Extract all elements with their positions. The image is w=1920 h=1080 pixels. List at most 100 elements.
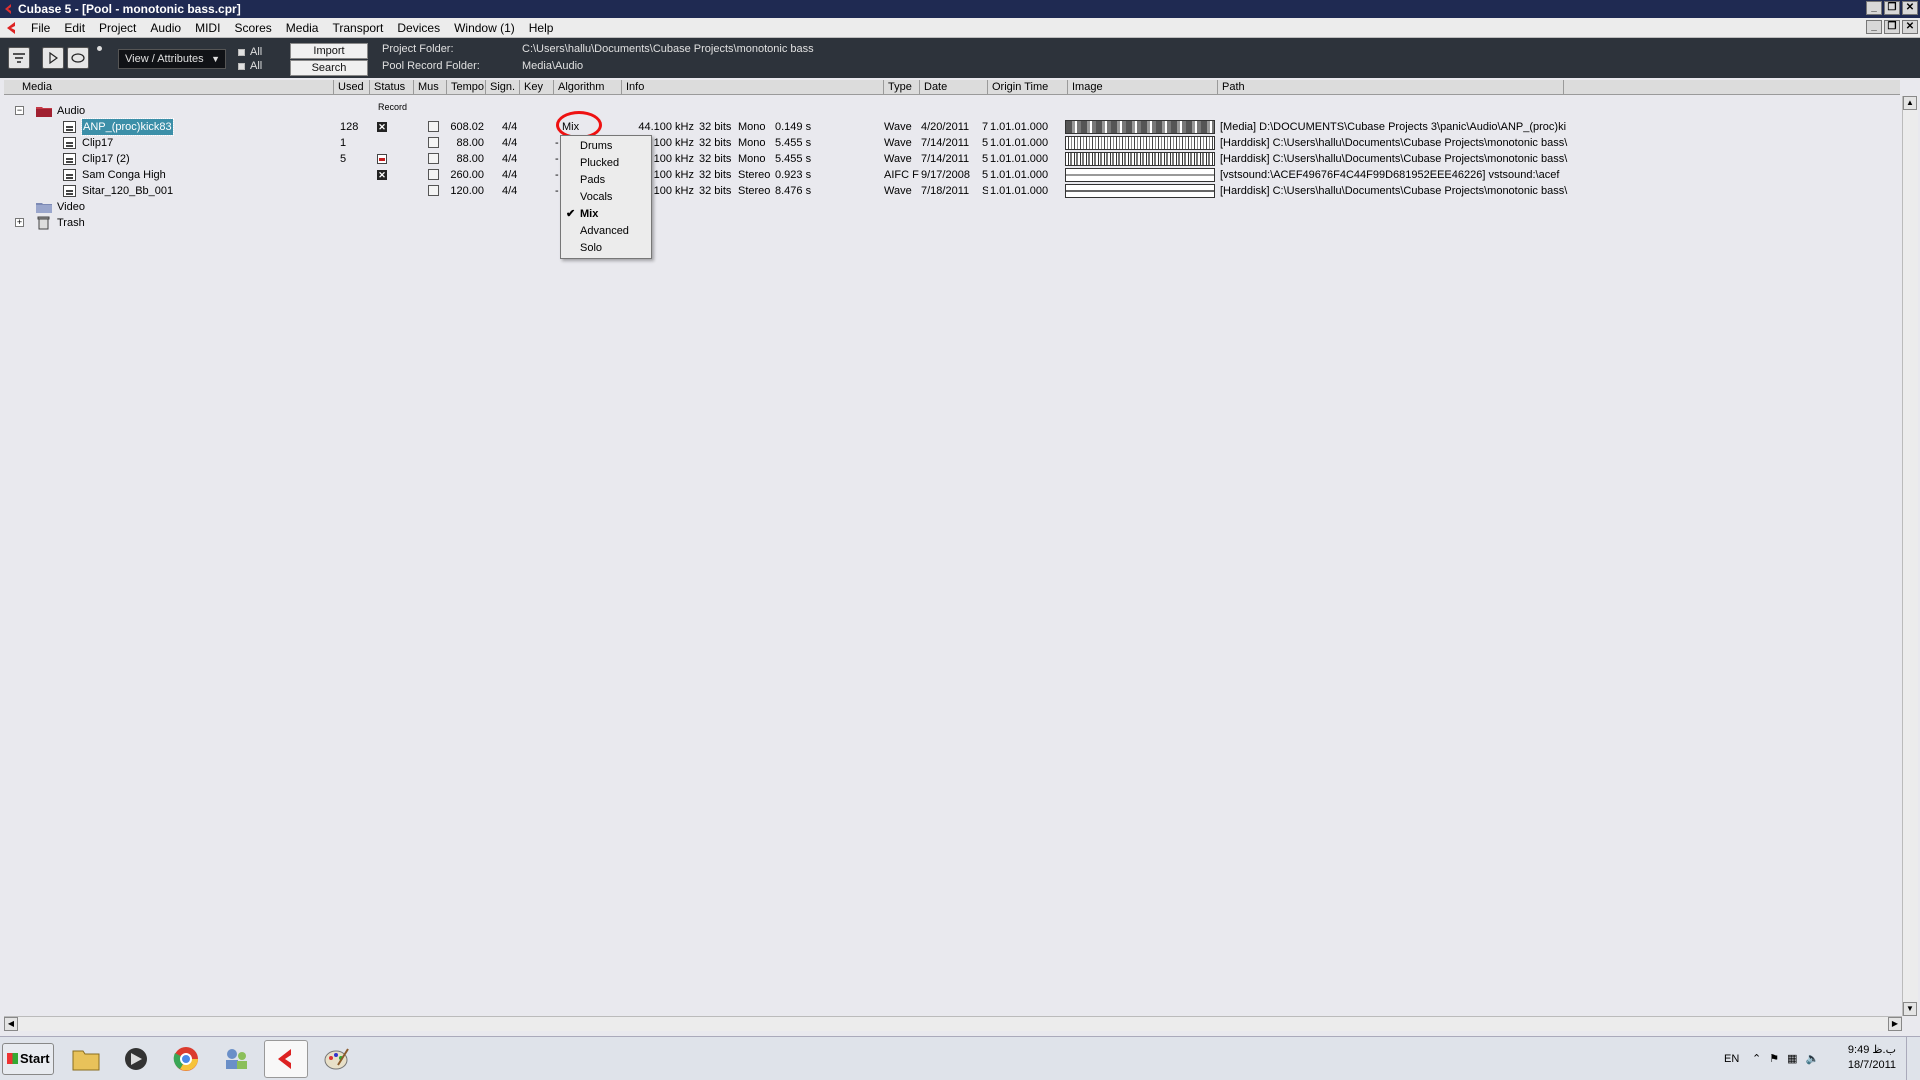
menu-project[interactable]: Project [92,18,143,38]
algorithm-value[interactable]: - [555,135,559,151]
algorithm-option[interactable]: Solo [561,240,651,257]
col-info[interactable]: Info [622,80,884,95]
media-name[interactable]: ANP_(proc)kick83 [81,118,174,136]
musical-mode-checkbox[interactable] [428,121,439,132]
all-checkbox-1[interactable]: All [238,46,262,58]
musical-mode-checkbox[interactable] [428,169,439,180]
tree-row-audio[interactable]: − Audio [4,103,1900,119]
chevron-up-icon[interactable]: ⌃ [1752,1037,1761,1080]
algorithm-option[interactable]: Drums [561,138,651,155]
taskbar-explorer[interactable] [64,1040,108,1078]
date-overflow: 5 [982,137,988,149]
col-algorithm[interactable]: Algorithm [554,80,622,95]
vertical-scrollbar[interactable]: ▲ ▼ [1902,96,1918,1016]
menu-transport[interactable]: Transport [325,18,390,38]
col-key[interactable]: Key [520,80,554,95]
language-indicator[interactable]: EN [1724,1037,1739,1080]
filter-button[interactable] [8,47,30,69]
tree-row-trash[interactable]: + Trash [4,215,1900,231]
scroll-left-arrow[interactable]: ◀ [4,1017,18,1031]
col-musical[interactable]: Mus [414,80,447,95]
col-signature[interactable]: Sign. [486,80,520,95]
search-button[interactable]: Search [290,60,368,76]
status-x-icon[interactable]: ✕ [377,122,387,132]
algorithm-value[interactable]: - [555,167,559,183]
menu-window[interactable]: Window (1) [447,18,522,38]
menu-midi[interactable]: MIDI [188,18,227,38]
play-button[interactable] [42,47,64,69]
algorithm-option[interactable]: Pads [561,172,651,189]
table-row[interactable]: Sitar_120_Bb_001 120.00 4/4-100 kHz 32 bits… [4,183,1900,199]
col-image[interactable]: Image [1068,80,1218,95]
folder-icon [72,1050,100,1071]
checkbox-box[interactable] [238,48,245,56]
view-attributes-select[interactable]: View / Attributes ▼ [118,49,226,69]
status-record-icon[interactable] [377,154,387,164]
media-name[interactable]: Clip17 (2) [82,151,130,167]
import-button[interactable]: Import [290,43,368,59]
table-row[interactable]: Clip17 1 88.00 4/4-100 kHz 32 bits Mono 5.455 … [4,135,1900,151]
taskbar-control-panel[interactable] [214,1040,258,1078]
collapse-toggle[interactable]: − [15,106,24,115]
col-used[interactable]: Used [334,80,370,95]
scroll-up-arrow[interactable]: ▲ [1903,96,1917,110]
menu-help[interactable]: Help [522,18,561,38]
algorithm-option[interactable]: Advanced [561,223,651,240]
menu-file[interactable]: File [24,18,57,38]
col-tempo[interactable]: Tempo [447,80,486,95]
col-path[interactable]: Path [1218,80,1564,95]
pool-toolbar: View / Attributes ▼ All All Import Searc… [0,38,1920,78]
table-row[interactable]: ANP_(proc)kick83 128 ✕ 608.02 4/4 Mix 44.100 k… [4,118,1900,136]
col-origin-time[interactable]: Origin Time [988,80,1068,95]
close-button[interactable]: ✕ [1902,1,1918,15]
taskbar-paint[interactable] [314,1040,358,1078]
doc-close-button[interactable]: ✕ [1902,20,1918,34]
taskbar-cubase[interactable] [264,1040,308,1078]
musical-mode-checkbox[interactable] [428,185,439,196]
table-row[interactable]: Sam Conga High ✕ 260.00 4/4-100 kHz 32 bits S… [4,167,1900,183]
start-button[interactable]: Start [2,1043,54,1075]
taskbar-chrome[interactable] [164,1040,208,1078]
menu-devices[interactable]: Devices [390,18,447,38]
show-desktop-button[interactable] [1906,1037,1920,1080]
algorithm-option[interactable]: ✔ Mix [561,206,651,223]
musical-mode-checkbox[interactable] [428,153,439,164]
doc-minimize-button[interactable]: _ [1866,20,1882,34]
clock[interactable]: 9:49 ب.ظ 18/7/2011 [1848,1043,1896,1073]
loop-button[interactable] [67,47,89,69]
media-name[interactable]: Sitar_120_Bb_001 [82,183,173,199]
media-name[interactable]: Sam Conga High [82,167,166,183]
expand-toggle[interactable]: + [15,218,24,227]
status-x-icon[interactable]: ✕ [377,170,387,180]
network-icon[interactable]: ▦ [1787,1037,1797,1080]
restore-button[interactable]: ❐ [1884,1,1900,15]
scroll-down-arrow[interactable]: ▼ [1903,1002,1917,1016]
horizontal-scrollbar[interactable]: ◀ ▶ [4,1016,1902,1031]
musical-mode-checkbox[interactable] [428,137,439,148]
menu-edit[interactable]: Edit [57,18,92,38]
menu-audio[interactable]: Audio [143,18,188,38]
col-media[interactable]: Media [4,80,334,95]
algorithm-value[interactable]: - [555,151,559,167]
col-date[interactable]: Date [920,80,988,95]
all-checkbox-2[interactable]: All [238,60,262,72]
algorithm-value[interactable]: - [555,183,559,199]
doc-restore-button[interactable]: ❐ [1884,20,1900,34]
col-status[interactable]: Status [370,80,414,95]
taskbar-media-player[interactable] [114,1040,158,1078]
cubase-icon[interactable] [4,20,20,36]
menu-scores[interactable]: Scores [227,18,278,38]
table-row[interactable]: Clip17 (2) 5 88.00 4/4-100 kHz 32 bits Mono 5.… [4,151,1900,167]
media-name[interactable]: Clip17 [82,135,113,151]
flag-icon[interactable]: ⚑ [1769,1037,1779,1080]
scroll-right-arrow[interactable]: ▶ [1888,1017,1902,1031]
volume-icon[interactable]: 🔈 [1806,1037,1820,1080]
menu-media[interactable]: Media [279,18,326,38]
info-bits: 32 bits [699,121,732,133]
checkbox-box[interactable] [238,62,245,70]
tree-row-video[interactable]: Video [4,199,1900,215]
algorithm-option[interactable]: Vocals [561,189,651,206]
minimize-button[interactable]: _ [1866,1,1882,15]
col-type[interactable]: Type [884,80,920,95]
algorithm-option[interactable]: Plucked [561,155,651,172]
